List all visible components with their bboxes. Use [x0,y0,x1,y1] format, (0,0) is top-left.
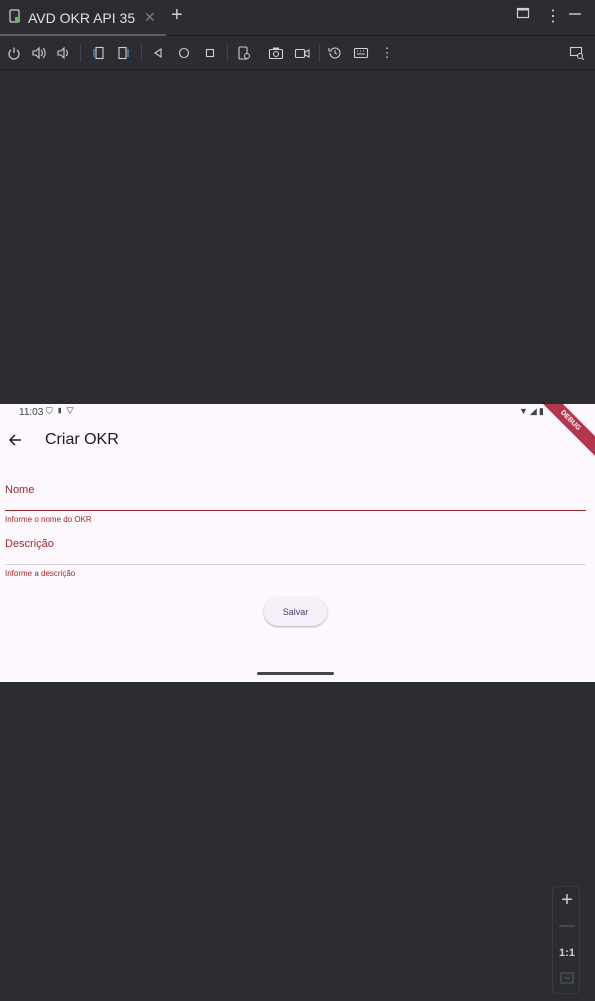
descricao-label: Descrição [5,538,54,550]
video-record-icon[interactable] [293,44,311,62]
tab-avd[interactable]: AVD OKR API 35 [0,0,166,36]
more-vertical-icon[interactable]: ⋮ [545,6,561,26]
minimize-icon[interactable] [568,6,582,25]
volume-up-icon[interactable] [30,44,48,62]
more-vertical-icon[interactable]: ⋮ [378,44,396,62]
app-bar: Criar OKR [0,424,595,458]
shield-icon: ⛉ [46,406,56,416]
volume-down-icon[interactable] [55,44,73,62]
system-icons: ▼◢▮ [519,406,546,417]
close-icon[interactable]: ✕ [144,9,156,26]
status-bar: 11:03 ⛉▮▽ ▼◢▮ DEBUG [0,404,595,458]
plus-icon[interactable]: + [171,4,183,27]
descricao-underline [5,564,586,565]
device-mirror-icon[interactable] [568,44,586,62]
nome-label: Nome [5,484,35,496]
snapshot-restore-icon[interactable] [326,44,344,62]
fit-screen-icon[interactable] [553,971,581,989]
play-protect-icon: ▽ [65,406,77,416]
zoom-one-to-one-button[interactable]: 1:1 [553,947,581,959]
zoom-in-icon[interactable]: + [553,889,581,912]
save-button[interactable]: Salvar [264,597,327,626]
home-indicator[interactable] [257,672,334,675]
nome-helper-text: Informe o nome do OKR [5,515,92,524]
power-icon[interactable] [5,44,23,62]
tab-title: AVD OKR API 35 [28,10,136,26]
emulator-toolbar: ⋮ [0,36,595,70]
notification-icons: ⛉▮▽ [46,406,77,417]
overview-square-icon[interactable] [201,44,219,62]
rotate-left-icon[interactable] [89,44,107,62]
toolbar-divider [319,44,320,62]
sd-card-icon: ▮ [55,406,66,416]
maximize-icon[interactable] [516,6,530,25]
device-icon [8,8,22,28]
signal-icon: ◢ [529,406,539,416]
back-triangle-icon[interactable] [149,44,167,62]
nome-field[interactable]: Nome Informe o nome do OKR [5,484,586,524]
toolbar-divider [141,44,142,62]
page-title: Criar OKR [45,431,119,448]
status-time: 11:03 [19,407,44,418]
tab-bar: AVD OKR API 35 ✕ + ⋮ [0,0,595,36]
camera-icon[interactable] [267,44,285,62]
keyboard-icon[interactable] [352,44,370,62]
zoom-panel: + — 1:1 [552,886,580,994]
arrow-back-icon[interactable] [5,430,25,450]
zoom-out-icon[interactable]: — [553,917,581,935]
rotate-right-icon[interactable] [115,44,133,62]
descricao-helper-text: Informe a descrição [5,569,76,578]
wifi-icon: ▼ [519,406,530,416]
toolbar-divider [80,44,81,62]
toolbar-divider [227,44,228,62]
nome-underline [5,510,586,511]
home-circle-icon[interactable] [175,44,193,62]
descricao-field[interactable]: Descrição Informe a descrição [5,538,586,578]
device-screen: 11:03 ⛉▮▽ ▼◢▮ DEBUG Criar OKR Nome Infor… [0,404,595,682]
device-settings-icon[interactable] [235,44,253,62]
battery-icon: ▮ [538,406,546,416]
